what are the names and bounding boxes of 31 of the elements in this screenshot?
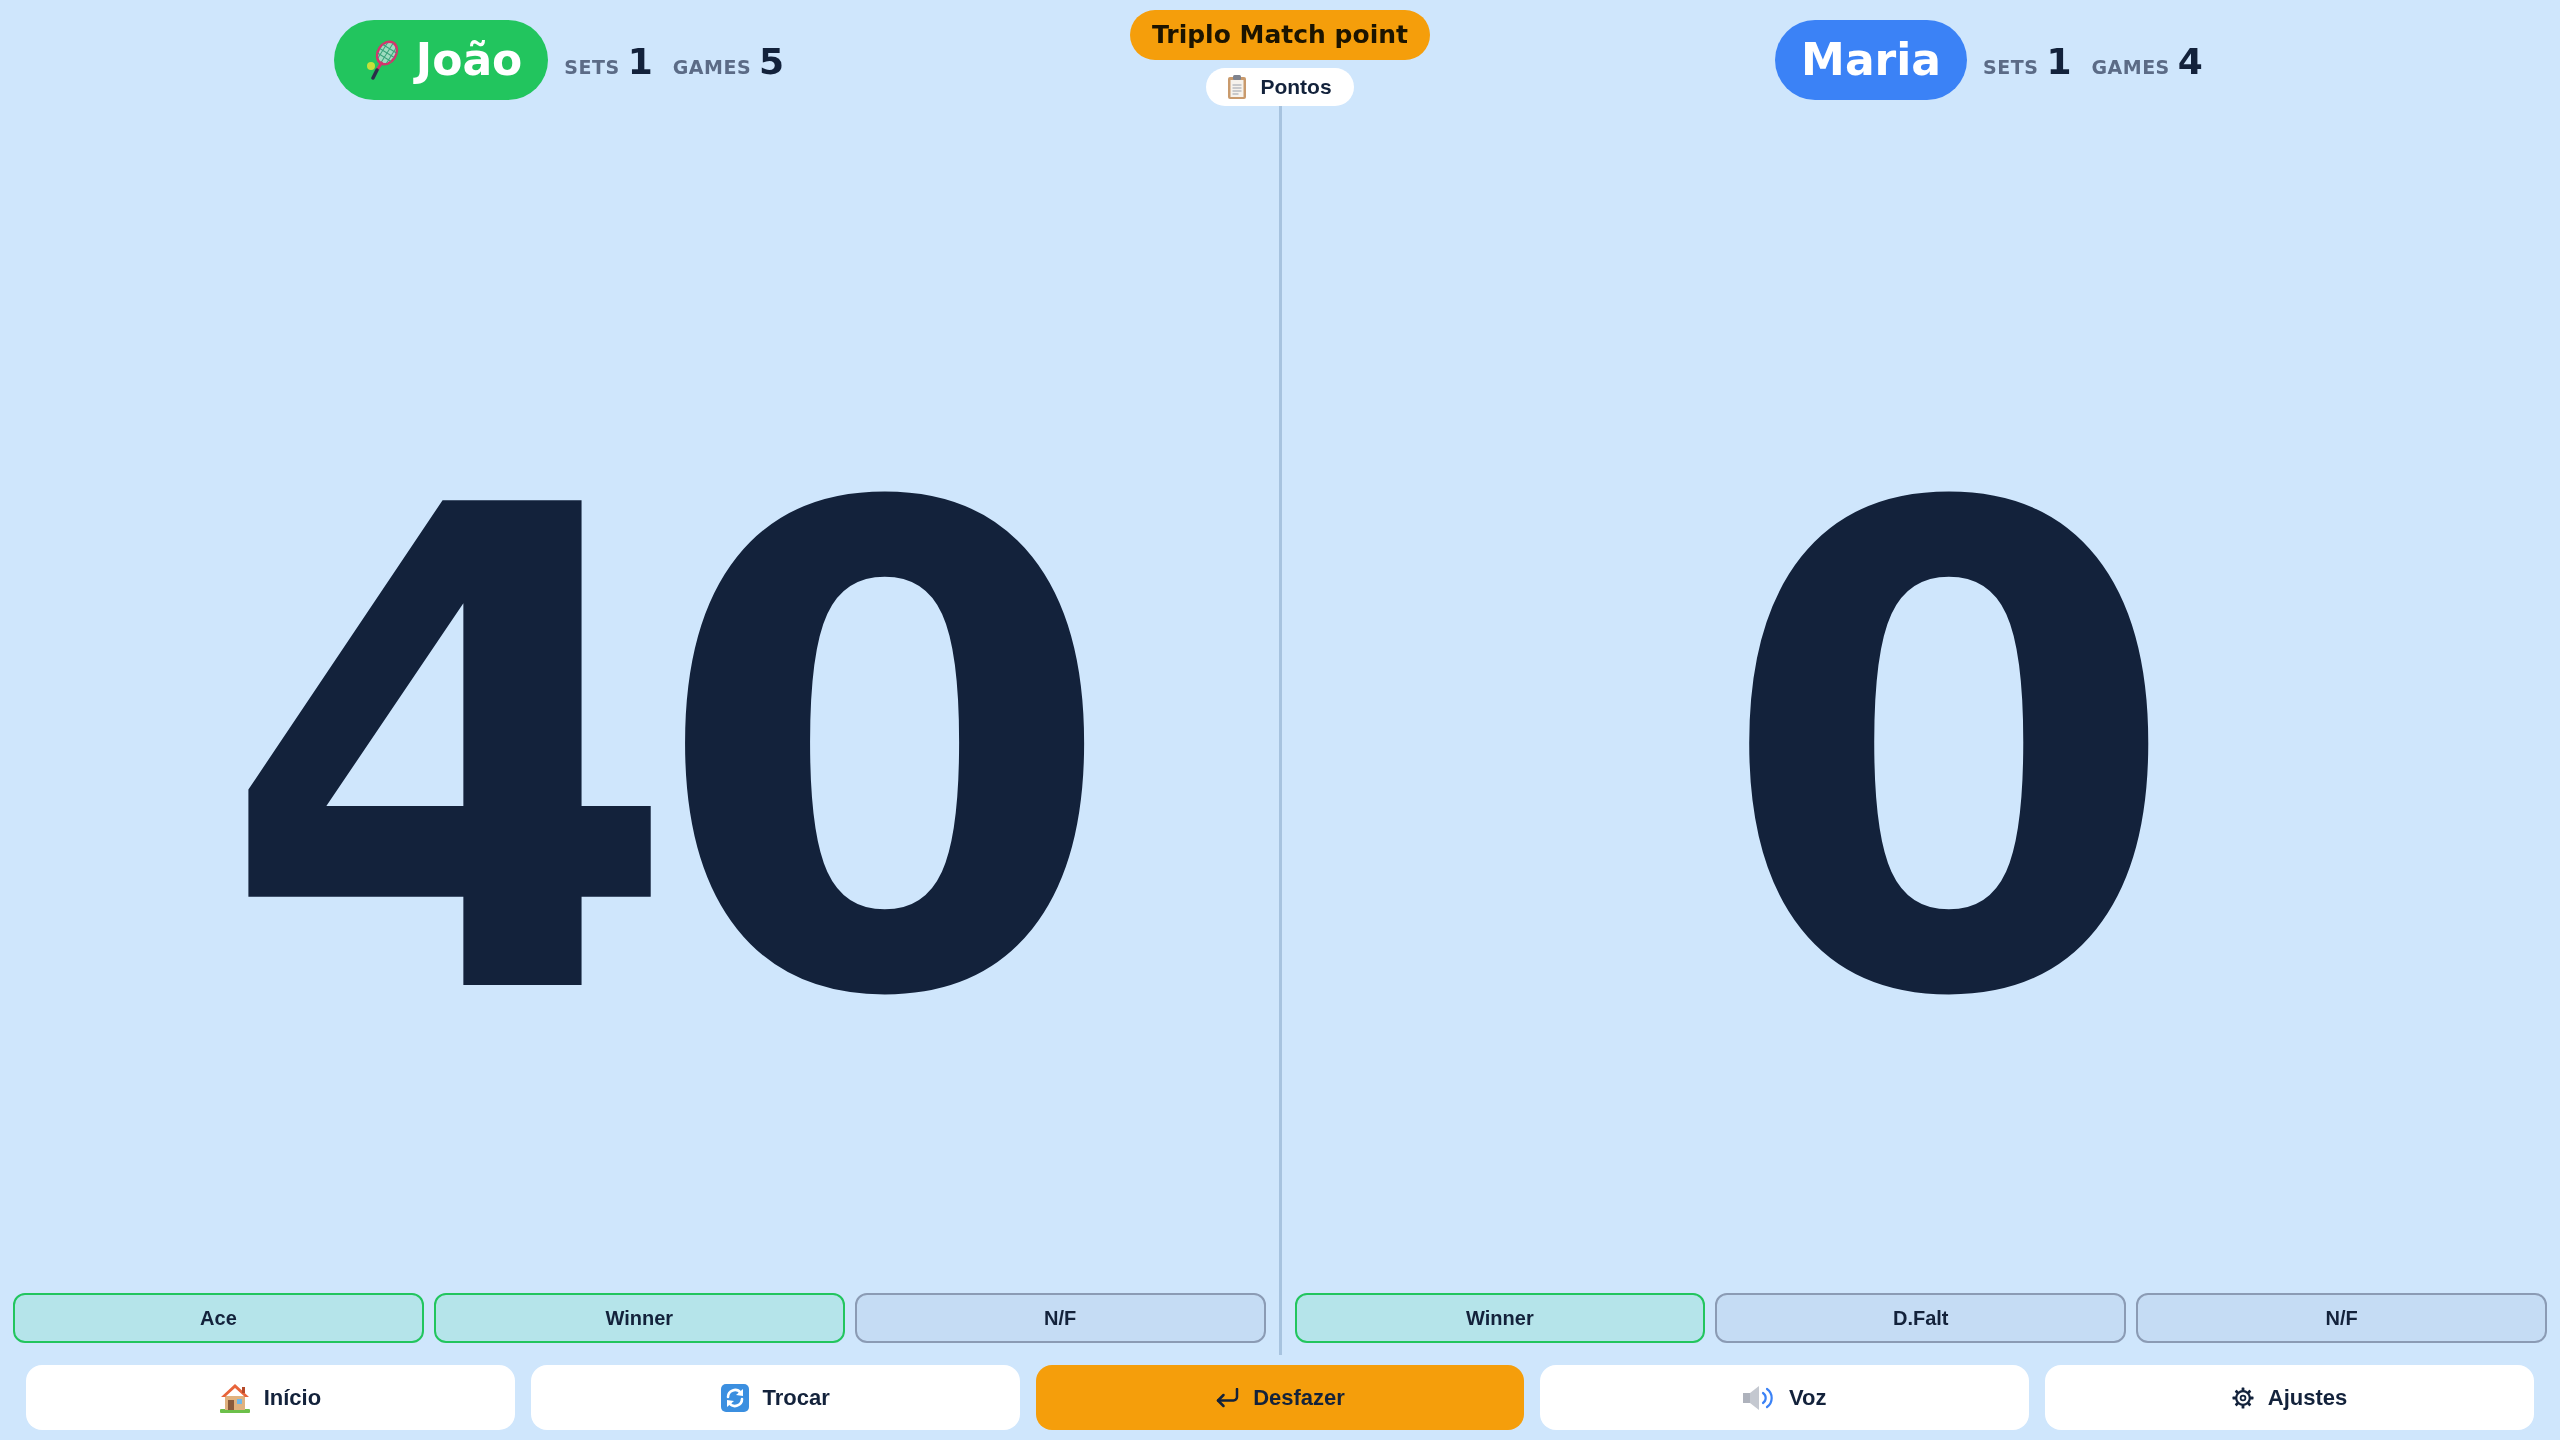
sets-label: SETS — [1983, 58, 2039, 77]
player-name: Maria — [1801, 38, 1942, 82]
stat-button[interactable]: D.Falt — [1715, 1293, 2127, 1343]
games-count: 5 — [759, 44, 785, 80]
stat-button[interactable]: Winner — [1294, 1293, 1706, 1343]
voice-button[interactable]: Voz — [1540, 1365, 2030, 1430]
sets-count: 1 — [2046, 44, 2072, 80]
settings-gear-icon — [2231, 1386, 2254, 1409]
sets-count: 1 — [627, 44, 653, 80]
return-arrow-icon — [1215, 1387, 1240, 1408]
games-label: GAMES — [2091, 58, 2170, 77]
stat-button[interactable]: N/F — [854, 1293, 1266, 1343]
settings-button[interactable]: Ajustes — [2045, 1365, 2534, 1430]
stat-button[interactable]: N/F — [2136, 1293, 2547, 1343]
clipboard-icon — [1228, 75, 1247, 99]
match-point-banner: Triplo Match point — [1130, 10, 1430, 60]
stat-button[interactable]: Winner — [433, 1293, 845, 1343]
points-button[interactable]: Pontos — [1206, 68, 1354, 106]
stat-button[interactable]: Ace — [13, 1293, 424, 1343]
games-count: 4 — [2177, 44, 2203, 80]
games-label: GAMES — [672, 58, 752, 77]
undo-button[interactable]: Desfazer — [1035, 1365, 1525, 1430]
house-icon — [219, 1382, 250, 1413]
circular-arrows-icon — [720, 1383, 749, 1412]
swap-button[interactable]: Trocar — [530, 1365, 1020, 1430]
player-name: João — [415, 38, 523, 82]
score: 0 — [1716, 423, 2153, 1088]
speaker-icon — [1743, 1384, 1776, 1411]
score: 40 — [217, 423, 1088, 1088]
home-button[interactable]: Início — [26, 1365, 515, 1430]
sets-label: SETS — [564, 58, 620, 77]
